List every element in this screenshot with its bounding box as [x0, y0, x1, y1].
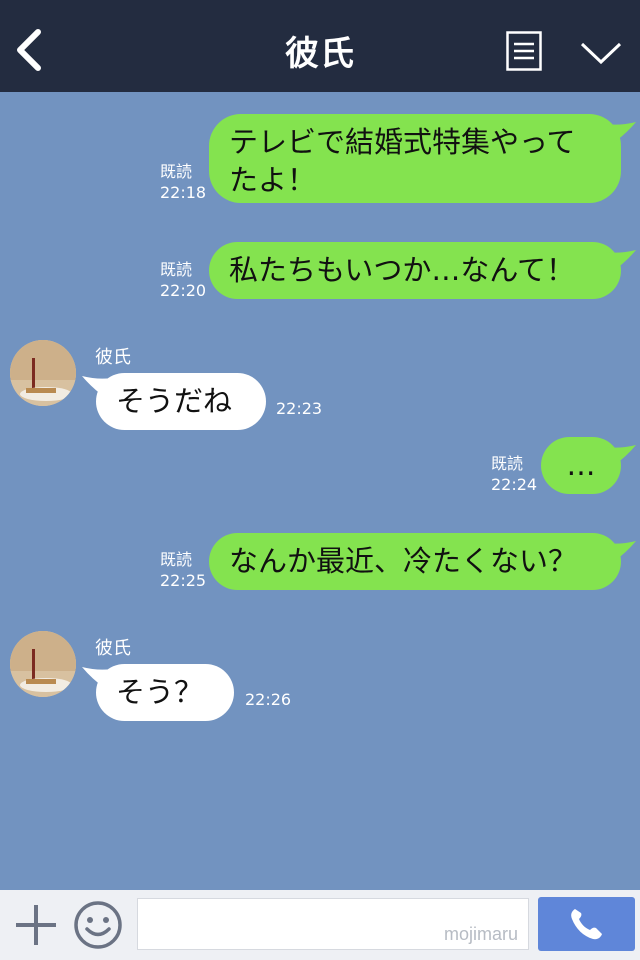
message-bubble-sent[interactable]: なんか最近、冷たくない？: [209, 533, 621, 590]
smile-icon[interactable]: [73, 900, 123, 950]
phone-icon: [571, 909, 602, 940]
message-text: そうだね: [116, 384, 233, 418]
read-receipt: 既読: [491, 454, 524, 473]
message-text: たよ！: [229, 163, 317, 197]
chevron-down-icon[interactable]: [579, 40, 623, 66]
message-time: 22:20: [160, 281, 207, 300]
message-bubble-received[interactable]: そう？: [96, 664, 234, 721]
plus-icon[interactable]: [14, 902, 58, 948]
message-text: テレビで結婚式特集やって: [229, 125, 576, 159]
message-time: 22:25: [160, 571, 207, 590]
bubble-tail: [606, 541, 636, 563]
message-text: そう？: [116, 675, 204, 709]
message-bubble-sent[interactable]: テレビで結婚式特集やって たよ！: [209, 114, 621, 203]
avatar-photo: [10, 340, 76, 406]
message-text: 私たちもいつか…なんて！: [229, 253, 575, 287]
message-meta: 既読 22:25: [160, 549, 206, 591]
message-input[interactable]: mojimaru: [137, 898, 529, 950]
avatar[interactable]: [10, 340, 76, 406]
read-receipt: 既読: [160, 550, 193, 569]
message-time: 22:24: [491, 475, 538, 494]
read-receipt: 既読: [160, 260, 193, 279]
message-time: 22:23: [276, 399, 323, 418]
message-text: なんか最近、冷たくない？: [229, 544, 578, 578]
bubble-tail: [606, 122, 636, 144]
avatar-photo: [10, 631, 76, 697]
sender-name: 彼氏: [95, 638, 131, 659]
read-receipt: 既読: [160, 162, 193, 181]
message-bubble-received[interactable]: そうだね: [96, 373, 266, 430]
chat-header: 彼氏: [0, 0, 640, 92]
bubble-tail: [606, 250, 636, 272]
avatar[interactable]: [10, 631, 76, 697]
message-time: 22:18: [160, 183, 207, 202]
bubble-tail: [606, 445, 636, 467]
message-time: 22:26: [245, 690, 292, 709]
chat-title: 彼氏: [285, 34, 355, 74]
message-meta: 既読 22:24: [491, 453, 537, 495]
composer-bar: mojimaru: [0, 890, 640, 960]
call-button[interactable]: [538, 897, 635, 951]
message-meta: 既読 22:20: [160, 259, 206, 301]
sender-name: 彼氏: [95, 347, 131, 368]
watermark: mojimaru: [443, 924, 518, 944]
menu-list-icon[interactable]: [506, 31, 542, 71]
message-bubble-sent[interactable]: 私たちもいつか…なんて！: [209, 242, 621, 299]
message-meta: 既読 22:18: [160, 161, 206, 203]
